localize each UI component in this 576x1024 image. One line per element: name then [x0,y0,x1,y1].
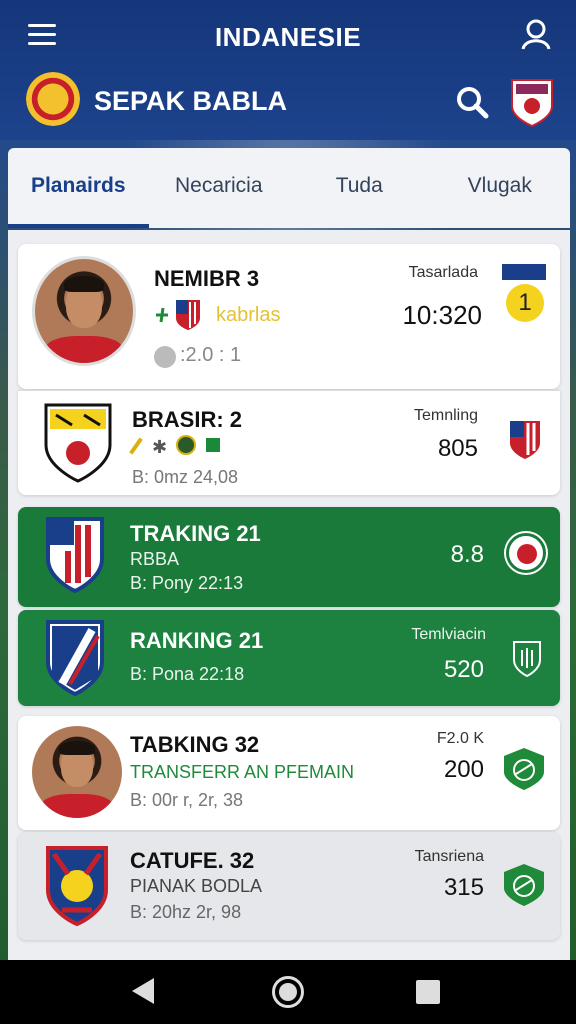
system-nav-bar [0,960,576,1024]
player-avatar [32,256,136,366]
item-meta: B: Pona 22:18 [130,664,245,684]
item-right-value: 200 [443,756,484,783]
user-icon[interactable] [518,16,554,52]
list-item[interactable]: BRASIR: 2 ✱ B: 0mz 24,08 Temnling 805 [18,390,560,495]
club-crest-icon [44,403,112,483]
item-subtitle: RBBA [130,549,180,569]
tab-bar: Planairds Necaricia Tuda Vlugak [8,148,570,228]
rank-badge: 1 [506,284,544,322]
item-subtitle: kabrlas [216,304,281,326]
star-icon: ✱ [152,437,168,457]
pencil-icon [129,437,143,455]
list-item[interactable]: TABKING 32 TRANSFERR AN PFEMAIN B: 00r r… [18,716,560,830]
arrow-icon [156,307,168,323]
team-badge-icon [176,435,196,455]
club-shield-icon [510,421,540,459]
item-title: TABKING 32 [130,732,260,757]
list-item[interactable]: NEMIBR 3 kabrlas :2.0 : 1 Tasarlada 10:3… [18,244,560,389]
item-right-value: 315 [443,874,484,901]
item-right-label: Temnling [413,407,478,424]
clock-icon [154,346,176,368]
back-icon[interactable] [132,978,154,1004]
item-right-value: 8.8 [450,541,484,568]
club-badge-icon [504,748,544,790]
club-crest-icon[interactable] [510,76,554,128]
club-round-badge-icon [506,533,546,573]
item-title: TRAKING 21 [130,521,261,546]
club-crest-icon [46,846,108,927]
item-meta: B: 0mz 24,08 [132,467,239,487]
item-right-label: Tasarlada [408,264,478,281]
app-title: INDANESIE [214,22,362,52]
item-right-label: Temlviacin [411,626,486,643]
news-list: NEMIBR 3 kabrlas :2.0 : 1 Tasarlada 10:3… [8,230,570,960]
tab-planairds[interactable]: Planairds [8,148,149,228]
rank-flag-icon [502,264,546,280]
club-logo-icon [26,72,80,126]
app-header: INDANESIE SEPAK BABLA [0,0,576,140]
item-title: CATUFE. 32 [130,848,255,873]
list-item[interactable]: CATUFE. 32 PIANAK BODLA B: 20hz 2r, 98 T… [18,832,560,940]
item-right-label: F2.0 K [436,730,484,747]
tab-vlugak[interactable]: Vlugak [430,148,571,228]
item-title: NEMIBR 3 [154,266,260,291]
club-shield-icon [46,517,104,594]
item-title: RANKING 21 [130,628,264,653]
item-meta: :2.0 : 1 [180,344,242,366]
item-right-value: 520 [443,656,484,683]
tab-tuda[interactable]: Tuda [289,148,430,228]
list-item[interactable]: RANKING 21 B: Pona 22:18 Temlviacin 520 [18,610,560,706]
club-badge-icon [504,864,544,906]
item-right-label: Tansriena [414,848,484,865]
search-icon[interactable] [454,84,490,120]
list-item[interactable]: TRAKING 21 RBBA B: Pony 22:13 8.8 [18,507,560,607]
home-icon[interactable] [272,976,304,1008]
item-meta: B: 20hz 2r, 98 [130,902,242,922]
item-right-value: 10:320 [402,300,482,330]
item-meta: B: 00r r, 2r, 38 [130,790,244,810]
club-shield-icon [176,300,200,330]
item-meta: B: Pony 22:13 [130,573,244,593]
square-icon [206,438,220,452]
player-avatar [32,726,122,818]
item-right-value: 805 [437,435,478,462]
tab-necaricia[interactable]: Necaricia [149,148,290,228]
club-shield-icon [46,620,104,697]
club-outline-icon [513,641,541,678]
brand-name: SEPAK BABLA [94,86,288,116]
item-subtitle: PIANAK BODLA [130,876,263,896]
item-title: BRASIR: 2 [132,407,243,432]
recent-apps-icon[interactable] [416,980,440,1004]
item-subtitle: TRANSFERR AN PFEMAIN [130,762,355,782]
